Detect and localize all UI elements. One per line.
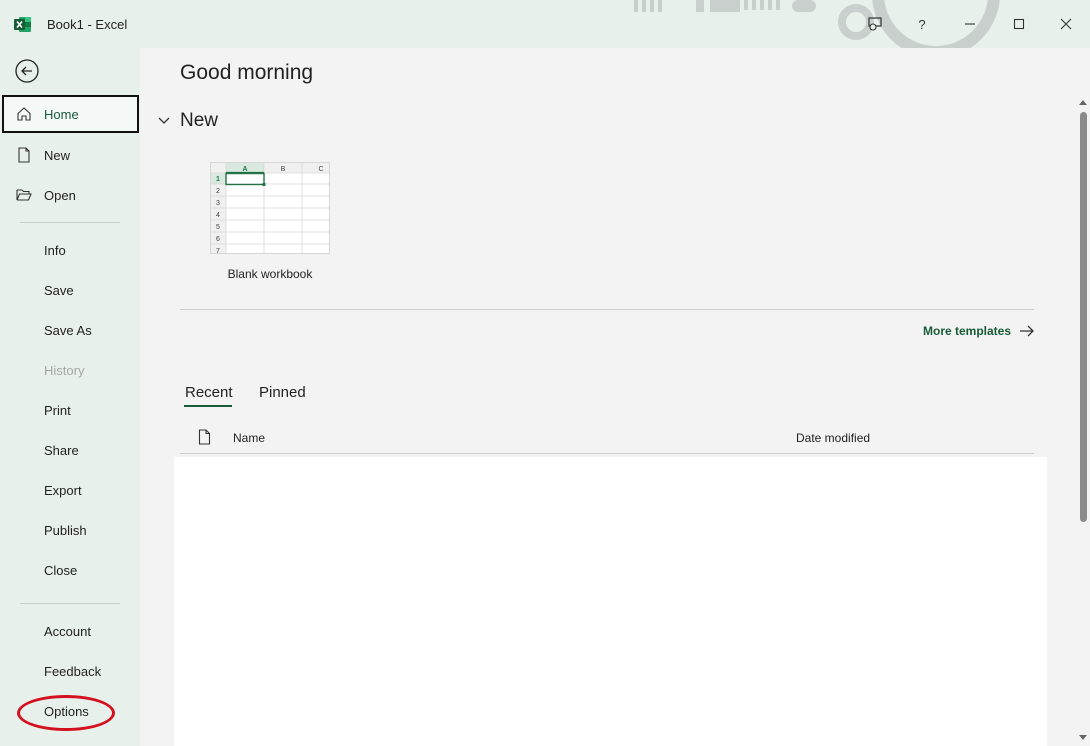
backstage-home: Good morning New A B C 1 2 3 4 5 6 7 Bla… [140, 48, 1090, 746]
home-icon [17, 107, 31, 121]
tab-pinned[interactable]: Pinned [259, 384, 306, 401]
sidebar-item-label: Feedback [44, 663, 102, 679]
sidebar-item-label: History [44, 362, 85, 378]
sidebar-item-print[interactable]: Print [4, 391, 138, 429]
minimize-button[interactable] [947, 6, 993, 42]
sidebar-item-feedback[interactable]: Feedback [4, 652, 138, 690]
sidebar-item-label: Home [44, 106, 79, 122]
sidebar-item-save[interactable]: Save [4, 271, 138, 309]
thumb-row-7: 7 [216, 248, 220, 254]
thumb-row-6: 6 [216, 236, 220, 243]
sidebar-item-label: Save As [44, 322, 92, 338]
window-title: Book1 - Excel [47, 17, 128, 32]
recent-files-list [174, 457, 1047, 746]
sidebar-item-close[interactable]: Close [4, 551, 138, 589]
chevron-down-icon[interactable] [158, 116, 170, 126]
sidebar-item-label: New [44, 147, 71, 163]
scroll-up-icon[interactable] [1079, 98, 1087, 106]
minimize-icon [965, 23, 975, 25]
sidebar-item-open[interactable]: Open [4, 176, 138, 214]
help-icon: ? [918, 16, 926, 32]
list-header-divider [180, 453, 1034, 454]
back-arrow-icon[interactable] [14, 58, 40, 84]
more-templates-label: More templates [923, 324, 1012, 338]
feedback-icon [868, 17, 882, 31]
sidebar-item-label: Print [44, 402, 71, 418]
thumb-col-b: B [281, 166, 286, 173]
more-templates-link[interactable]: More templates [923, 324, 1035, 338]
sidebar-item-label: Save [44, 282, 74, 298]
title-bar: Book1 - Excel ? [0, 0, 1090, 48]
thumb-row-5: 5 [216, 224, 220, 231]
section-divider [180, 309, 1034, 310]
folder-open-icon [16, 189, 32, 201]
new-document-icon [18, 147, 30, 163]
sidebar-item-label: Account [44, 623, 91, 639]
sidebar-item-label: Share [44, 442, 79, 458]
tab-selected-indicator [184, 405, 232, 407]
close-icon [1060, 18, 1072, 30]
help-button[interactable]: ? [899, 6, 945, 42]
thumb-col-a: A [242, 166, 247, 173]
backstage-sidebar: Home New Open Info Save Save As History … [0, 48, 140, 746]
sidebar-item-save-as[interactable]: Save As [4, 311, 138, 349]
maximize-button[interactable] [996, 6, 1042, 42]
blank-workbook-label[interactable]: Blank workbook [200, 267, 340, 281]
column-header-name[interactable]: Name [233, 431, 265, 445]
sidebar-item-history: History [4, 351, 138, 389]
thumb-row-1: 1 [216, 176, 220, 183]
column-header-date-modified[interactable]: Date modified [796, 431, 870, 445]
options-highlight-circle [17, 695, 115, 731]
excel-logo-icon [14, 17, 31, 32]
thumb-row-4: 4 [216, 212, 220, 219]
sidebar-item-publish[interactable]: Publish [4, 511, 138, 549]
sidebar-item-info[interactable]: Info [4, 231, 138, 269]
arrow-right-icon [1020, 325, 1034, 337]
vertical-scrollbar[interactable] [1076, 96, 1090, 746]
close-window-button[interactable] [1043, 6, 1089, 42]
blank-workbook-template[interactable]: A B C 1 2 3 4 5 6 7 [210, 162, 330, 254]
tab-recent[interactable]: Recent [185, 384, 233, 401]
sidebar-item-export[interactable]: Export [4, 471, 138, 509]
blank-workbook-thumbnail: A B C 1 2 3 4 5 6 7 [211, 163, 329, 254]
sidebar-item-label: Info [44, 242, 66, 258]
maximize-icon [1013, 18, 1025, 30]
feedback-button[interactable] [852, 6, 898, 42]
sidebar-item-account[interactable]: Account [4, 612, 138, 650]
sidebar-item-label: Open [44, 187, 76, 203]
greeting-heading: Good morning [180, 61, 314, 84]
file-type-icon [198, 429, 211, 445]
sidebar-divider [20, 222, 120, 223]
thumb-row-2: 2 [216, 188, 220, 195]
sidebar-item-home[interactable]: Home [2, 95, 139, 133]
sidebar-item-label: Export [44, 482, 82, 498]
thumb-row-3: 3 [216, 200, 220, 207]
sidebar-item-new[interactable]: New [4, 136, 138, 174]
sidebar-item-label: Publish [44, 522, 87, 538]
scrollbar-thumb[interactable] [1080, 112, 1087, 522]
scroll-down-icon[interactable] [1079, 734, 1087, 742]
sidebar-item-share[interactable]: Share [4, 431, 138, 469]
sidebar-divider [20, 603, 120, 604]
thumb-col-c: C [318, 166, 323, 173]
sidebar-item-label: Close [44, 562, 78, 578]
new-section-heading: New [180, 110, 219, 131]
